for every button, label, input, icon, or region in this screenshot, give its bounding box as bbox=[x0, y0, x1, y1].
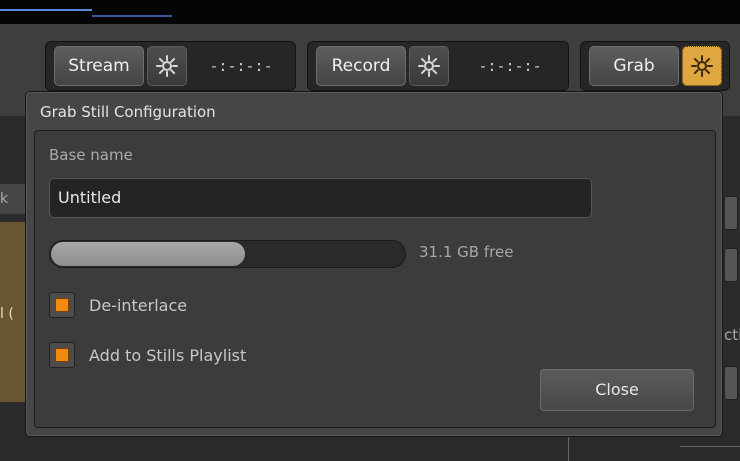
gear-icon bbox=[156, 55, 178, 77]
record-timecode: -:-:-:- bbox=[478, 57, 542, 75]
stream-group: Stream -:-:-:- bbox=[45, 41, 296, 91]
deinterlace-option[interactable]: De-interlace bbox=[49, 290, 187, 320]
right-background-button[interactable] bbox=[724, 366, 738, 400]
check-mark-icon bbox=[55, 298, 69, 312]
disk-space-fill bbox=[51, 242, 245, 266]
stream-settings-button[interactable] bbox=[147, 46, 187, 86]
close-button[interactable]: Close bbox=[540, 369, 694, 411]
deinterlace-checkbox[interactable] bbox=[49, 292, 75, 318]
grab-still-configuration-dialog: Grab Still Configuration Base name Untit… bbox=[26, 92, 722, 436]
progress-line-secondary bbox=[92, 15, 172, 17]
right-background-label: cti bbox=[724, 326, 740, 344]
base-name-input[interactable]: Untitled bbox=[49, 178, 592, 218]
right-background-button[interactable] bbox=[724, 248, 738, 282]
divider bbox=[680, 446, 740, 447]
dialog-title: Grab Still Configuration bbox=[40, 103, 216, 121]
divider bbox=[568, 436, 569, 461]
add-to-stills-playlist-option[interactable]: Add to Stills Playlist bbox=[49, 340, 246, 370]
check-mark-icon bbox=[55, 348, 69, 362]
grab-group: Grab bbox=[580, 41, 730, 91]
base-name-label: Base name bbox=[49, 146, 133, 164]
left-background-tab[interactable]: k bbox=[0, 184, 26, 214]
gear-icon bbox=[691, 55, 713, 77]
gear-icon bbox=[418, 55, 440, 77]
left-background-panel: k l ( bbox=[0, 116, 26, 436]
progress-line bbox=[0, 9, 92, 11]
top-strip bbox=[0, 0, 740, 24]
grab-button[interactable]: Grab bbox=[589, 46, 679, 86]
right-background-button[interactable] bbox=[724, 196, 738, 230]
bottom-background bbox=[0, 436, 740, 461]
stream-button[interactable]: Stream bbox=[54, 46, 144, 86]
record-settings-button[interactable] bbox=[409, 46, 449, 86]
add-to-stills-playlist-label: Add to Stills Playlist bbox=[89, 345, 247, 365]
add-to-stills-playlist-checkbox[interactable] bbox=[49, 342, 75, 368]
disk-space-bar bbox=[49, 240, 406, 268]
left-background-item-label: l ( bbox=[0, 306, 14, 322]
record-button[interactable]: Record bbox=[316, 46, 406, 86]
grab-settings-button[interactable] bbox=[682, 46, 722, 86]
record-group: Record -:-:-:- bbox=[307, 41, 569, 91]
disk-free-text: 31.1 GB free bbox=[419, 243, 514, 261]
deinterlace-label: De-interlace bbox=[89, 295, 188, 315]
dialog-panel: Base name Untitled 31.1 GB free De-inter… bbox=[34, 130, 716, 428]
left-background-item[interactable]: l ( bbox=[0, 222, 26, 402]
stream-timecode: -:-:-:- bbox=[209, 57, 273, 75]
right-background-panel: cti bbox=[722, 116, 740, 436]
